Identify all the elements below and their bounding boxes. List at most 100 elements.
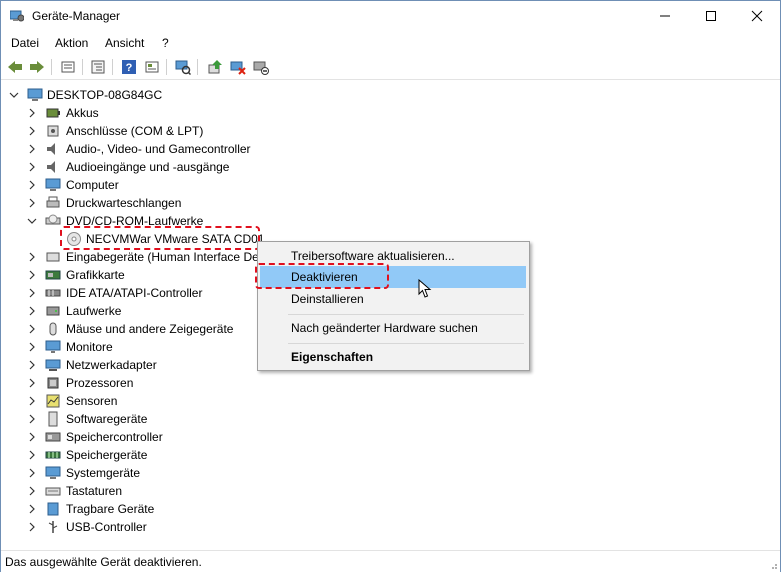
tree-item-label: Systemgeräte	[66, 466, 141, 480]
close-button[interactable]	[734, 1, 780, 31]
ctx-scan-hardware[interactable]: Nach geänderter Hardware suchen	[260, 317, 526, 339]
help-button[interactable]: ?	[119, 57, 139, 77]
chevron-right-icon[interactable]	[27, 125, 37, 137]
computer-icon	[45, 178, 61, 191]
tree-category-item[interactable]: Systemgeräte	[1, 464, 501, 482]
port-icon	[47, 125, 59, 137]
uninstall-device-icon	[230, 61, 246, 75]
chevron-right-icon[interactable]	[27, 485, 37, 497]
chevron-right-icon[interactable]	[27, 521, 37, 533]
tree-category-item[interactable]: Speichergeräte	[1, 446, 501, 464]
tree-item-label: Sensoren	[66, 394, 118, 408]
tree-root-label: DESKTOP-08G84GC	[47, 88, 163, 102]
tree-root[interactable]: DESKTOP-08G84GC	[1, 86, 501, 104]
tree-item-label: Computer	[66, 178, 119, 192]
ctx-uninstall[interactable]: Deinstallieren	[260, 288, 526, 310]
speaker-icon	[47, 161, 55, 173]
tree-category-item[interactable]: Speichercontroller	[1, 428, 501, 446]
tree-item-label: Speichergeräte	[66, 448, 148, 462]
svg-text:?: ?	[126, 62, 133, 74]
chevron-right-icon[interactable]	[27, 341, 37, 353]
chevron-right-icon[interactable]	[27, 143, 37, 155]
action-button[interactable]	[142, 57, 162, 77]
chevron-right-icon[interactable]	[27, 377, 37, 389]
chevron-right-icon[interactable]	[27, 449, 37, 461]
menu-aktion[interactable]: Aktion	[55, 36, 88, 50]
update-driver-button[interactable]	[205, 57, 225, 77]
chevron-right-icon[interactable]	[27, 431, 37, 443]
speaker-icon	[47, 143, 55, 155]
chevron-right-icon[interactable]	[27, 287, 37, 299]
tree-item-label: Softwaregeräte	[66, 412, 148, 426]
tree-category-item[interactable]: Prozessoren	[1, 374, 501, 392]
update-driver-icon	[208, 60, 222, 74]
mouse-icon	[49, 322, 57, 336]
tree-item-label: IDE ATA/ATAPI-Controller	[66, 286, 203, 300]
tree-category-item[interactable]: Akkus	[1, 104, 501, 122]
ctx-properties[interactable]: Eigenschaften	[260, 346, 526, 368]
tree-item-label: Laufwerke	[66, 304, 122, 318]
tree-category-item[interactable]: Tastaturen	[1, 482, 501, 500]
chevron-right-icon[interactable]	[27, 251, 37, 263]
tree-category-item[interactable]: Softwaregeräte	[1, 410, 501, 428]
tree-category-item[interactable]: USB-Controller	[1, 518, 501, 536]
disk-drive-icon	[46, 306, 60, 316]
chevron-right-icon[interactable]	[27, 179, 37, 191]
uninstall-device-button[interactable]	[228, 57, 248, 77]
tree-category-item[interactable]: Sensoren	[1, 392, 501, 410]
chevron-right-icon[interactable]	[27, 161, 37, 173]
tree-category-item[interactable]: Audioeingänge und -ausgänge	[1, 158, 501, 176]
chevron-right-icon[interactable]	[27, 323, 37, 335]
chevron-right-icon[interactable]	[27, 107, 37, 119]
memory-icon	[45, 451, 61, 459]
chevron-right-icon[interactable]	[27, 197, 37, 209]
chevron-right-icon[interactable]	[27, 395, 37, 407]
printer-icon	[46, 196, 60, 208]
tree-category-item[interactable]: Computer	[1, 176, 501, 194]
minimize-button[interactable]	[642, 1, 688, 31]
portable-device-icon	[47, 502, 59, 516]
chevron-right-icon[interactable]	[27, 305, 37, 317]
properties-button[interactable]	[58, 57, 78, 77]
disable-device-button[interactable]	[251, 57, 271, 77]
close-icon	[751, 10, 763, 22]
sensor-icon	[46, 394, 60, 408]
tree-item-label: Audio-, Video- und Gamecontroller	[66, 142, 251, 156]
forward-button[interactable]	[27, 57, 47, 77]
graphics-card-icon	[45, 270, 61, 280]
chevron-right-icon[interactable]	[27, 359, 37, 371]
back-button[interactable]	[5, 57, 25, 77]
software-device-icon	[48, 411, 58, 427]
ctx-properties-label: Eigenschaften	[291, 350, 374, 364]
scan-hardware-button[interactable]	[173, 57, 193, 77]
title-bar: Geräte-Manager	[1, 1, 780, 32]
tree-category-item[interactable]: Anschlüsse (COM & LPT)	[1, 122, 501, 140]
maximize-button[interactable]	[688, 1, 734, 31]
chevron-down-icon[interactable]	[9, 89, 19, 101]
chevron-right-icon[interactable]	[27, 413, 37, 425]
mouse-cursor-icon	[418, 279, 432, 298]
forward-arrow-icon	[30, 61, 44, 73]
window-title: Geräte-Manager	[32, 9, 121, 23]
resize-grip-icon[interactable]	[768, 560, 778, 570]
ctx-uninstall-label: Deinstallieren	[291, 292, 364, 306]
tree-category-item[interactable]: Tragbare Geräte	[1, 500, 501, 518]
chevron-right-icon[interactable]	[27, 269, 37, 281]
context-menu: Treibersoftware aktualisieren... Deaktiv…	[257, 241, 530, 371]
device-manager-window: Geräte-Manager Datei Aktion Ansicht ? ? …	[0, 0, 781, 572]
tree-category-item[interactable]: Druckwarteschlangen	[1, 194, 501, 212]
tree-item-label: Akkus	[66, 106, 99, 120]
toolbar-separator	[112, 59, 113, 75]
tree-view-button[interactable]	[88, 57, 108, 77]
maximize-icon	[706, 11, 716, 21]
menu-help[interactable]: ?	[162, 36, 169, 50]
ctx-scan-hardware-label: Nach geänderter Hardware suchen	[291, 321, 478, 335]
menu-datei[interactable]: Datei	[11, 36, 39, 50]
toolbar-separator	[166, 59, 167, 75]
tree-category-item[interactable]: Audio-, Video- und Gamecontroller	[1, 140, 501, 158]
chevron-right-icon[interactable]	[27, 503, 37, 515]
help-icon: ?	[122, 60, 136, 74]
menu-ansicht[interactable]: Ansicht	[105, 36, 144, 50]
chevron-down-icon[interactable]	[27, 215, 37, 227]
chevron-right-icon[interactable]	[27, 467, 37, 479]
